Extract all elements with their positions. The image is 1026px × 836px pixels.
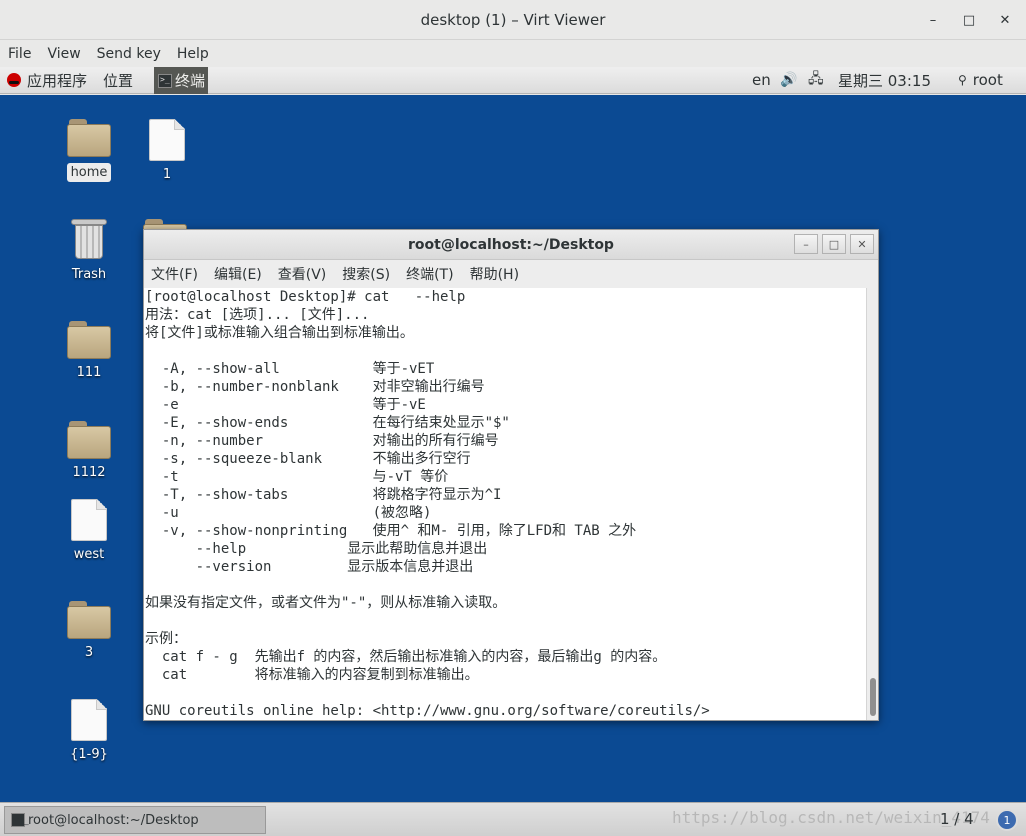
desktop-icon-folder-3[interactable]: 3 <box>54 601 124 660</box>
terminal-line: -A, --show-all 等于-vET <box>145 361 435 377</box>
terminal-line: 将[文件]或标准输入组合输出到标准输出。 <box>145 325 414 341</box>
folder-icon <box>67 421 111 459</box>
file-icon <box>71 699 107 741</box>
menu-view[interactable]: View <box>47 46 80 62</box>
folder-icon <box>67 601 111 639</box>
desktop-icon-label: 3 <box>84 645 94 660</box>
terminal-menu-file[interactable]: 文件(F) <box>151 264 198 284</box>
desktop-icon-folder-1112[interactable]: 1112 <box>54 421 124 480</box>
workspace-indicator[interactable]: 1 / 4 <box>940 810 974 828</box>
desktop-icon-file-1-9[interactable]: {1-9} <box>54 699 124 762</box>
terminal-line: -s, --squeeze-blank 不输出多行空行 <box>145 451 471 467</box>
viewer-title: desktop (1) – Virt Viewer <box>420 10 606 29</box>
terminal-icon: >_ <box>158 73 172 88</box>
terminal-line: 如果没有指定文件，或者文件为"-"，则从标准输入读取。 <box>145 595 507 611</box>
guest-bottom-panel: >_ root@localhost:~/Desktop https://blog… <box>0 802 1026 836</box>
terminal-menu-terminal[interactable]: 终端(T) <box>406 264 453 284</box>
applications-menu[interactable]: 应用程序 <box>0 70 87 91</box>
terminal-menu-view[interactable]: 查看(V) <box>278 264 327 284</box>
maximize-button[interactable]: □ <box>958 10 980 30</box>
terminal-menu-search[interactable]: 搜索(S) <box>342 264 390 284</box>
folder-icon <box>67 321 111 359</box>
menu-help[interactable]: Help <box>177 46 209 62</box>
user-menu[interactable]: ⚲ root <box>958 71 1003 89</box>
terminal-line: 示例： <box>145 631 187 647</box>
desktop-icon-folder-111[interactable]: 111 <box>54 321 124 380</box>
terminal-line: --version 显示版本信息并退出 <box>145 559 474 575</box>
terminal-title: root@localhost:~/Desktop <box>408 236 614 253</box>
user-icon: ⚲ <box>958 73 967 87</box>
desktop-icon-trash[interactable]: Trash <box>54 217 124 282</box>
terminal-icon: >_ <box>11 811 29 827</box>
language-label: en <box>752 71 771 89</box>
input-language[interactable]: en <box>752 71 771 89</box>
desktop-icon-label: {1-9} <box>70 747 108 762</box>
terminal-menu-edit[interactable]: 编辑(E) <box>214 264 262 284</box>
terminal-close-button[interactable]: ✕ <box>850 234 874 254</box>
terminal-menubar: 文件(F) 编辑(E) 查看(V) 搜索(S) 终端(T) 帮助(H) <box>144 260 878 288</box>
terminal-line: -e 等于-vE <box>145 397 426 413</box>
menu-file[interactable]: File <box>8 46 31 62</box>
terminal-line: [root@localhost Desktop]# cat --help <box>145 289 466 305</box>
taskbar-terminal-label: root@localhost:~/Desktop <box>28 812 199 828</box>
terminal-line: -T, --show-tabs 将跳格字符显示为^I <box>145 487 502 503</box>
viewer-titlebar: desktop (1) – Virt Viewer – □ ✕ <box>0 0 1026 40</box>
scrollbar-thumb[interactable] <box>870 678 876 716</box>
terminal-menu-help[interactable]: 帮助(H) <box>470 264 519 284</box>
desktop-icon-file-1[interactable]: 1 <box>132 119 202 182</box>
guest-top-panel: 应用程序 位置 >_ 终端 en 🔊 🖧 星期三 03:15 ⚲ root <box>0 67 1026 94</box>
terminal-line: -v, --show-nonprinting 使用^ 和M- 引用，除了LFD和… <box>145 523 637 539</box>
places-label: 位置 <box>103 71 134 90</box>
desktop-icon-label: home <box>66 163 112 182</box>
redhat-icon <box>7 73 21 87</box>
network-icon[interactable]: 🖧 <box>808 68 824 92</box>
terminal-maximize-button[interactable]: □ <box>822 234 846 254</box>
places-menu[interactable]: 位置 <box>103 70 133 91</box>
terminal-line: GNU coreutils online help: <http://www.g… <box>145 703 710 719</box>
menu-send-key[interactable]: Send key <box>97 46 161 62</box>
terminal-titlebar[interactable]: root@localhost:~/Desktop <box>144 230 878 260</box>
viewer-menubar: File View Send key Help <box>0 40 1026 67</box>
user-label: root <box>972 71 1003 89</box>
terminal-line: -u (被忽略) <box>145 505 432 521</box>
desktop-icon-file-west[interactable]: west <box>54 499 124 562</box>
applications-label: 应用程序 <box>27 71 88 90</box>
desktop-icon-label: west <box>73 547 105 562</box>
terminal-app-label: 终端 <box>175 72 206 90</box>
desktop-icon-label: 1112 <box>72 465 106 480</box>
terminal-scrollbar[interactable] <box>866 288 878 720</box>
terminal-line: -E, --show-ends 在每行结束处显示"$" <box>145 415 510 431</box>
terminal-line: cat 将标准输入的内容复制到标准输出。 <box>145 667 479 683</box>
terminal-line: 用法：cat [选项]... [文件]... <box>145 307 370 323</box>
terminal-app-menu[interactable]: >_ 终端 <box>154 67 208 94</box>
terminal-line: -b, --number-nonblank 对非空输出行编号 <box>145 379 485 395</box>
clock-label: 星期三 03:15 <box>838 71 931 90</box>
file-icon <box>71 499 107 541</box>
notification-badge[interactable]: 1 <box>996 809 1018 831</box>
file-icon <box>149 119 185 161</box>
terminal-minimize-button[interactable]: – <box>794 234 818 254</box>
trash-icon <box>71 217 107 261</box>
terminal-line: -t 与-vT 等价 <box>145 469 449 485</box>
terminal-line: --help 显示此帮助信息并退出 <box>145 541 488 557</box>
volume-icon[interactable]: 🔊 <box>780 72 797 88</box>
desktop-icon-label: Trash <box>71 267 107 282</box>
terminal-line: cat f - g 先输出f 的内容，然后输出标准输入的内容，最后输出g 的内容… <box>145 649 667 665</box>
taskbar-terminal-button[interactable]: >_ root@localhost:~/Desktop <box>4 806 266 834</box>
close-button[interactable]: ✕ <box>994 10 1016 30</box>
desktop-icon-label: 1 <box>162 167 172 182</box>
desktop-icon-label: 111 <box>76 365 102 380</box>
clock[interactable]: 星期三 03:15 <box>838 70 931 91</box>
desktop-icon-home[interactable]: home <box>54 119 124 182</box>
home-folder-icon <box>67 119 111 157</box>
terminal-line: -n, --number 对输出的所有行编号 <box>145 433 499 449</box>
terminal-window[interactable]: root@localhost:~/Desktop – □ ✕ 文件(F) 编辑(… <box>143 229 879 721</box>
terminal-output[interactable]: [root@localhost Desktop]# cat --help 用法：c… <box>144 288 868 720</box>
minimize-button[interactable]: – <box>922 10 944 30</box>
